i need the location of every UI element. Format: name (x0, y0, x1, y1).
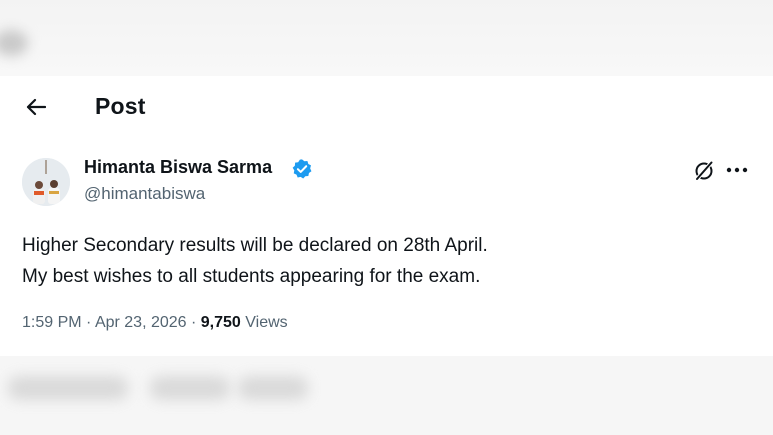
tweet-line: My best wishes to all students appearing… (22, 266, 481, 287)
blurred-smudge (0, 30, 28, 56)
blurred-ghost-text (8, 376, 128, 400)
post-meta: 1:59 PM · Apr 23, 2026 · 9,750 Views (22, 314, 288, 332)
tweet-line: Higher Secondary results will be declare… (22, 235, 488, 256)
author-handle[interactable]: @himantabiswa (84, 184, 205, 204)
page-title: Post (95, 93, 146, 119)
blurred-background-bottom (0, 356, 773, 435)
views-count[interactable]: 9,750 (201, 314, 241, 331)
arrow-left-icon[interactable] (26, 98, 46, 116)
views-label: Views (240, 314, 288, 331)
post-date[interactable]: Apr 23, 2026 (95, 314, 187, 331)
post-header: Post (0, 76, 773, 136)
avatar[interactable] (22, 158, 70, 206)
post-time[interactable]: 1:59 PM (22, 314, 82, 331)
meta-separator: · (186, 314, 201, 331)
meta-separator: · (81, 314, 95, 331)
blurred-ghost-text (150, 376, 230, 400)
verified-badge-icon (292, 159, 312, 179)
more-horizontal-icon[interactable] (724, 160, 750, 180)
screenshot-stage: Post Himanta Biswa Sarma @himantabiswa H… (0, 0, 773, 435)
blurred-ghost-text (238, 376, 308, 400)
avatar-photo (22, 158, 70, 206)
post-card: Post Himanta Biswa Sarma @himantabiswa H… (0, 76, 773, 356)
author-name[interactable]: Himanta Biswa Sarma (84, 157, 272, 178)
blurred-background-top (0, 0, 773, 76)
grok-icon[interactable] (693, 160, 715, 182)
tweet-text: Higher Secondary results will be declare… (22, 230, 722, 292)
